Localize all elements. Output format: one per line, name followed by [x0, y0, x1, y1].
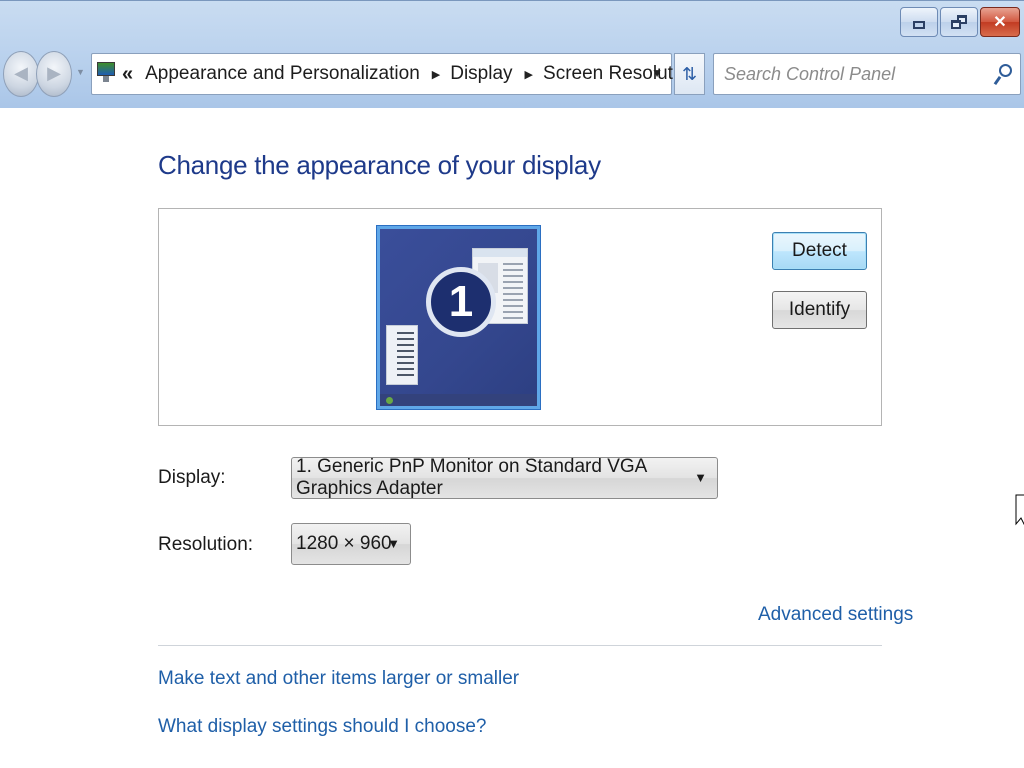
search-box[interactable]: [713, 53, 1021, 95]
close-button[interactable]: ✕: [980, 7, 1020, 37]
close-icon: ✕: [993, 14, 1007, 31]
breadcrumb-display[interactable]: Display: [450, 63, 512, 85]
restore-button[interactable]: [940, 7, 978, 37]
refresh-button[interactable]: ⇅: [674, 53, 705, 95]
monitor-thumbnail[interactable]: 1: [377, 226, 540, 409]
search-icon[interactable]: [993, 64, 1012, 86]
resolution-select[interactable]: 1280 × 960 ▼: [291, 523, 411, 565]
minimize-icon: [913, 21, 925, 29]
restore-icon: [951, 15, 967, 29]
monitor-number-badge: 1: [426, 267, 496, 337]
address-dropdown-icon[interactable]: ▼: [651, 66, 663, 80]
monitor-start-menu-graphic: [386, 325, 418, 385]
mouse-cursor-icon: [1015, 494, 1024, 526]
divider: [158, 645, 882, 646]
control-panel-icon: [97, 62, 115, 84]
display-select[interactable]: 1. Generic PnP Monitor on Standard VGA G…: [291, 456, 718, 499]
back-button[interactable]: ◀: [3, 51, 39, 97]
breadcrumb-separator-icon[interactable]: ▶: [525, 68, 533, 81]
display-select-value: 1. Generic PnP Monitor on Standard VGA G…: [296, 456, 647, 499]
identify-button[interactable]: Identify: [772, 291, 867, 329]
forward-button[interactable]: ▶: [36, 51, 72, 97]
refresh-icon: ⇅: [681, 63, 698, 84]
display-help-link[interactable]: What display settings should I choose?: [158, 716, 486, 738]
minimize-button[interactable]: [900, 7, 938, 37]
search-input[interactable]: [724, 63, 994, 85]
breadcrumb-separator-icon[interactable]: ▶: [432, 68, 440, 81]
recent-pages-dropdown[interactable]: ▼: [76, 67, 85, 77]
text-size-link[interactable]: Make text and other items larger or smal…: [158, 668, 519, 690]
breadcrumb-overflow[interactable]: «: [122, 63, 133, 86]
resolution-label: Resolution:: [158, 534, 254, 555]
title-bar: ✕ ◀ ▶ ▼ « Appearance and Personalization…: [0, 0, 1024, 108]
detect-button[interactable]: Detect: [772, 232, 867, 270]
resolution-select-value: 1280 × 960: [296, 533, 392, 554]
caption-buttons: ✕: [898, 7, 1020, 39]
breadcrumb: « Appearance and Personalization ▶ Displ…: [122, 54, 698, 94]
page-title: Change the appearance of your display: [158, 150, 601, 180]
breadcrumb-appearance[interactable]: Appearance and Personalization: [145, 63, 420, 85]
display-preview-panel: 1 Detect Identify: [158, 208, 882, 426]
chevron-down-icon: ▼: [694, 470, 707, 485]
display-label: Display:: [158, 467, 226, 488]
address-bar[interactable]: « Appearance and Personalization ▶ Displ…: [91, 53, 698, 95]
monitor-taskbar-graphic: [380, 394, 537, 406]
forward-arrow-icon: ▶: [47, 63, 61, 83]
advanced-settings-link[interactable]: Advanced settings: [758, 604, 913, 626]
chevron-down-icon: ▼: [387, 536, 400, 551]
back-arrow-icon: ◀: [14, 63, 28, 83]
